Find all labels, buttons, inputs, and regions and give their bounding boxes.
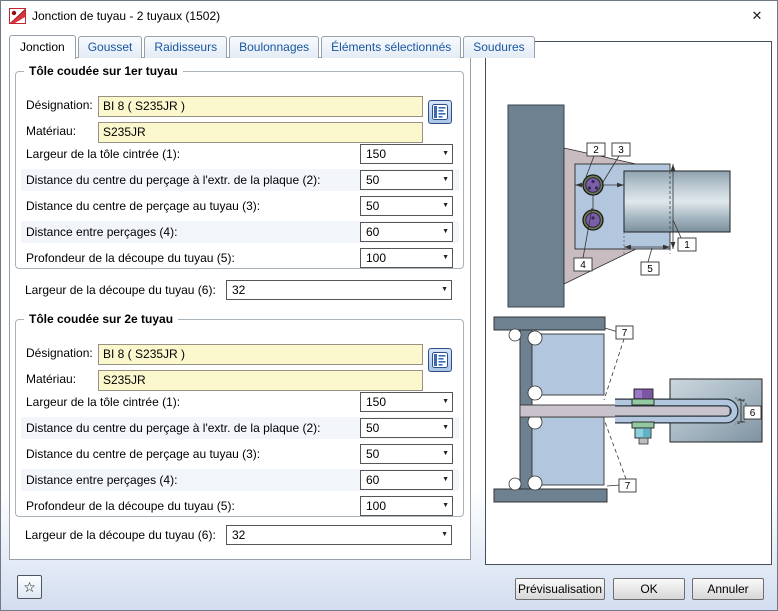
callout-3: 3 [618, 145, 624, 156]
tab-boulonnages[interactable]: Boulonnages [229, 36, 319, 58]
chevron-down-icon: ▼ [442, 143, 449, 165]
preview-pane: 2 3 1 4 5 [485, 41, 772, 565]
field-label: Largeur de la découpe du tuyau (6): [25, 279, 216, 301]
cut-depth-dropdown[interactable]: 100▼ [360, 496, 453, 516]
chevron-down-icon: ▼ [442, 221, 449, 243]
chevron-down-icon: ▼ [441, 279, 448, 301]
plate-width-dropdown[interactable]: 150▼ [360, 144, 453, 164]
material-input[interactable]: S235JR [98, 122, 423, 143]
tab-jonction[interactable]: Jonction [9, 35, 76, 59]
profile-catalog-button[interactable] [428, 100, 452, 124]
field-label: Largeur de la découpe du tuyau (6): [25, 524, 216, 546]
tab-gousset[interactable]: Gousset [78, 36, 143, 58]
callout-2: 2 [593, 145, 599, 156]
field-label: Largeur de la tôle cintrée (1): [26, 391, 180, 413]
chevron-down-icon: ▼ [442, 169, 449, 191]
field-row: Distance entre perçages (4): 60▼ [21, 469, 459, 491]
chevron-down-icon: ▼ [442, 247, 449, 269]
field-row: Distance du centre de perçage au tuyau (… [21, 195, 459, 217]
field-row: Largeur de la tôle cintrée (1): 150▼ [21, 391, 459, 413]
cut-width-dropdown[interactable]: 32▼ [226, 525, 452, 545]
tab-strip: Jonction Gousset Raidisseurs Boulonnages… [9, 34, 537, 58]
chevron-down-icon: ▼ [441, 524, 448, 546]
tab-page-jonction: Tôle coudée sur 1er tuyau Désignation: B… [9, 57, 471, 560]
designation-label: Désignation: [26, 346, 93, 360]
window-title: Jonction de tuyau - 2 tuyaux (1502) [32, 9, 220, 23]
group-title: Tôle coudée sur 2e tuyau [24, 312, 178, 326]
chevron-down-icon: ▼ [442, 495, 449, 517]
title-bar: Jonction de tuyau - 2 tuyaux (1502) ✕ [1, 1, 777, 31]
chevron-down-icon: ▼ [442, 417, 449, 439]
chevron-down-icon: ▼ [442, 443, 449, 465]
field-label: Profondeur de la découpe du tuyau (5): [26, 495, 235, 517]
field-row-cut-width: Largeur de la découpe du tuyau (6): 32▼ [10, 524, 472, 546]
hole-spacing-dropdown[interactable]: 60▼ [360, 470, 453, 490]
star-icon: ☆ [23, 579, 36, 596]
field-label: Distance du centre du perçage à l'extr. … [26, 417, 320, 439]
preview-button[interactable]: Prévisualisation [515, 578, 605, 600]
field-label: Largeur de la tôle cintrée (1): [26, 143, 180, 165]
tab-raidisseurs[interactable]: Raidisseurs [144, 36, 227, 58]
group-plate-second-pipe: Tôle coudée sur 2e tuyau Désignation: BI… [15, 319, 464, 517]
hole-to-pipe-dropdown[interactable]: 50▼ [360, 444, 453, 464]
hole-to-edge-dropdown[interactable]: 50▼ [360, 418, 453, 438]
group-plate-first-pipe: Tôle coudée sur 1er tuyau Désignation: B… [15, 71, 464, 269]
ok-button[interactable]: OK [613, 578, 685, 600]
tab-soudures[interactable]: Soudures [463, 36, 534, 58]
designation-input[interactable]: BI 8 ( S235JR ) [98, 344, 423, 365]
cut-width-dropdown[interactable]: 32▼ [226, 280, 452, 300]
joint-diagram: 2 3 1 4 5 [486, 42, 771, 564]
hole-spacing-dropdown[interactable]: 60▼ [360, 222, 453, 242]
catalog-list-icon [432, 104, 448, 120]
field-row: Largeur de la tôle cintrée (1): 150▼ [21, 143, 459, 165]
hole-to-pipe-dropdown[interactable]: 50▼ [360, 196, 453, 216]
field-label: Distance entre perçages (4): [26, 469, 177, 491]
chevron-down-icon: ▼ [442, 195, 449, 217]
designation-label: Désignation: [26, 98, 93, 112]
group-title: Tôle coudée sur 1er tuyau [24, 64, 183, 78]
material-label: Matériau: [26, 372, 76, 386]
field-row-cut-width: Largeur de la découpe du tuyau (6): 32▼ [10, 279, 472, 301]
close-button[interactable]: ✕ [743, 5, 771, 27]
field-label: Distance du centre du perçage à l'extr. … [26, 169, 320, 191]
field-row: Distance du centre du perçage à l'extr. … [21, 169, 459, 191]
field-label: Distance du centre de perçage au tuyau (… [26, 443, 260, 465]
plate-width-dropdown[interactable]: 150▼ [360, 392, 453, 412]
dialog-window: Jonction de tuyau - 2 tuyaux (1502) ✕ Jo… [0, 0, 778, 611]
callout-1: 1 [684, 240, 690, 251]
field-row: Distance entre perçages (4): 60▼ [21, 221, 459, 243]
field-label: Distance du centre de perçage au tuyau (… [26, 195, 260, 217]
callout-7-bottom: 7 [625, 481, 631, 492]
callout-7-top: 7 [622, 328, 628, 339]
cut-depth-dropdown[interactable]: 100▼ [360, 248, 453, 268]
field-row: Distance du centre de perçage au tuyau (… [21, 443, 459, 465]
hole-to-edge-dropdown[interactable]: 50▼ [360, 170, 453, 190]
designation-input[interactable]: BI 8 ( S235JR ) [98, 96, 423, 117]
chevron-down-icon: ▼ [442, 391, 449, 413]
catalog-list-icon [432, 352, 448, 368]
chevron-down-icon: ▼ [442, 469, 449, 491]
callout-6: 6 [750, 408, 756, 419]
callout-5: 5 [647, 264, 653, 275]
profile-catalog-button[interactable] [428, 348, 452, 372]
favorite-button[interactable]: ☆ [17, 575, 42, 599]
callout-4: 4 [580, 260, 586, 271]
material-input[interactable]: S235JR [98, 370, 423, 391]
field-row: Profondeur de la découpe du tuyau (5): 1… [21, 495, 459, 517]
field-row: Distance du centre du perçage à l'extr. … [21, 417, 459, 439]
material-label: Matériau: [26, 124, 76, 138]
tab-elements-selectionnes[interactable]: Éléments sélectionnés [321, 36, 461, 58]
component-icon [9, 8, 26, 24]
field-label: Distance entre perçages (4): [26, 221, 177, 243]
field-label: Profondeur de la découpe du tuyau (5): [26, 247, 235, 269]
field-row: Profondeur de la découpe du tuyau (5): 1… [21, 247, 459, 269]
cancel-button[interactable]: Annuler [692, 578, 764, 600]
